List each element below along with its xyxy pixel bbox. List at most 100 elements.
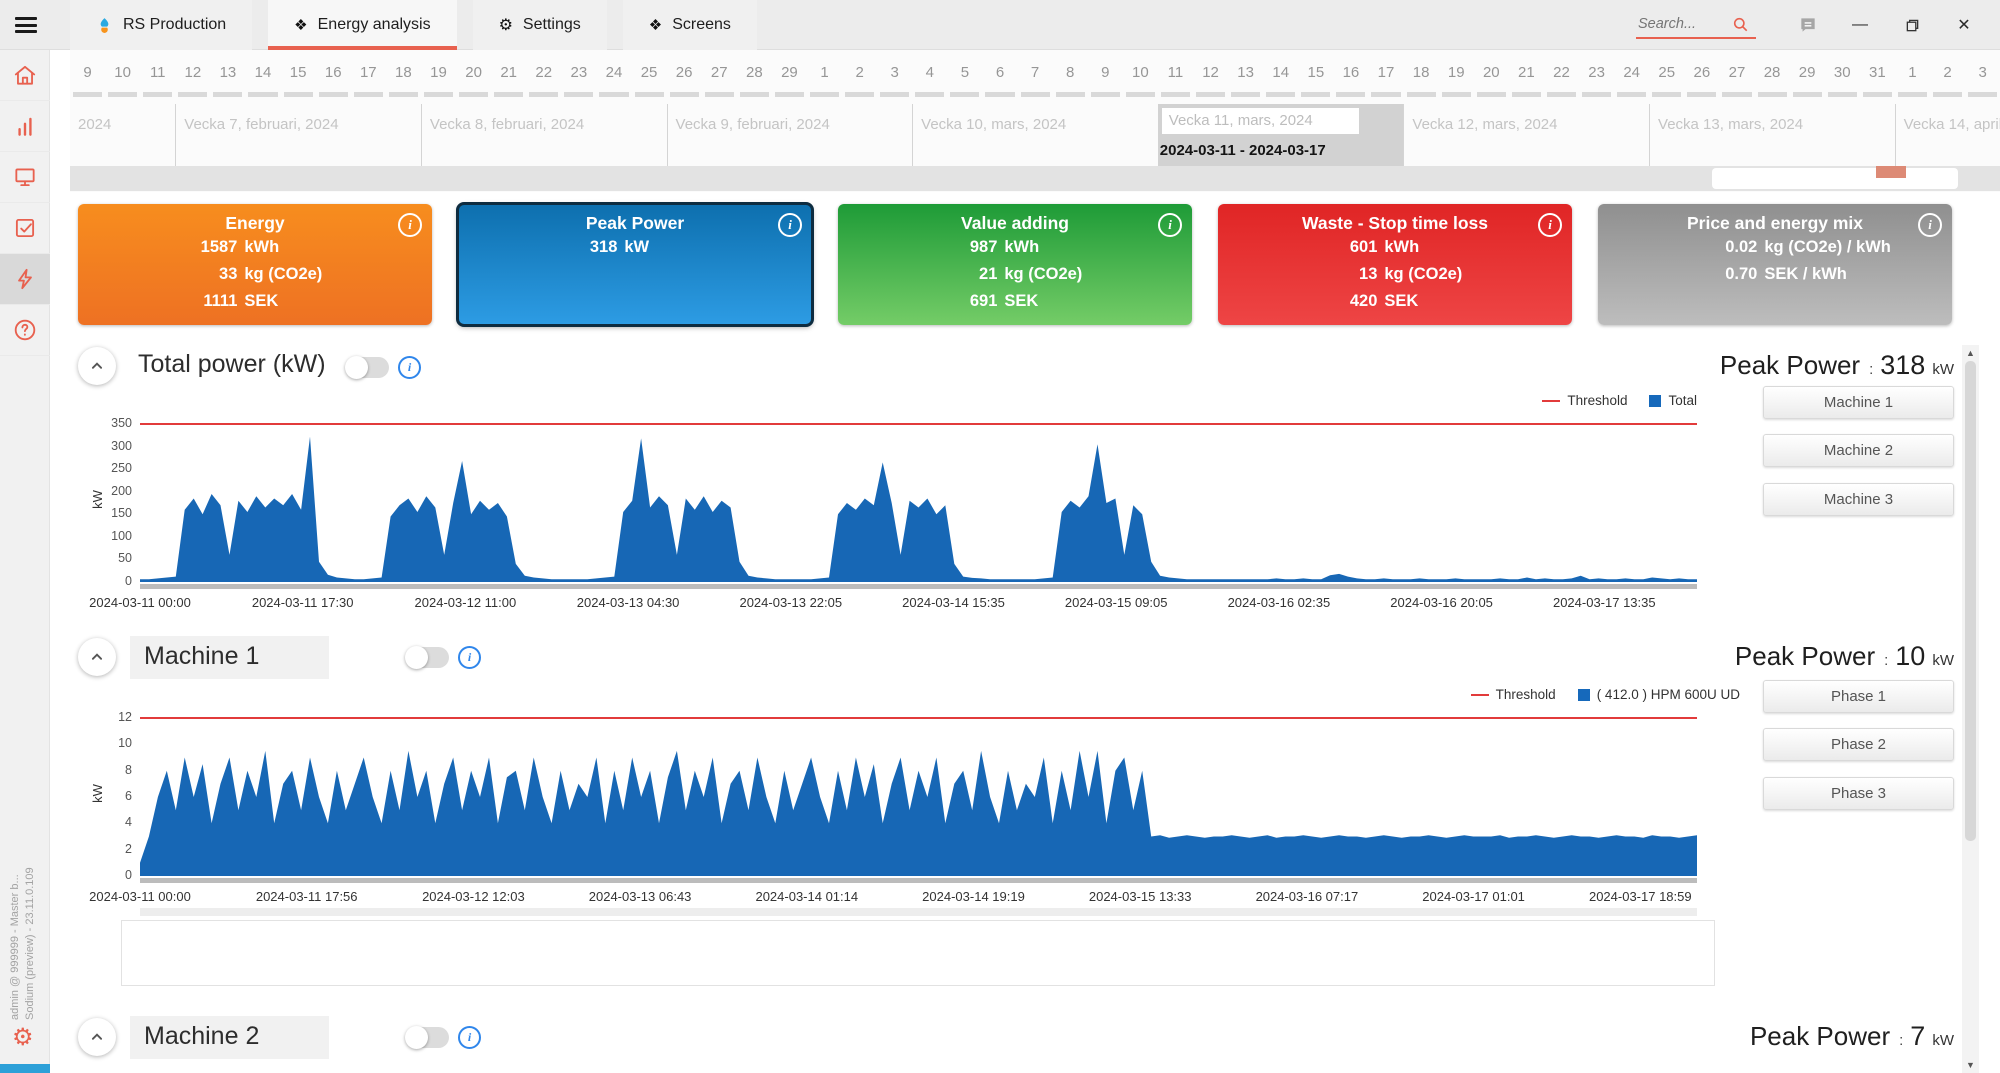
- timeline-day[interactable]: 8: [1053, 58, 1088, 88]
- select-button-phase-1[interactable]: Phase 1: [1763, 680, 1954, 713]
- info-icon[interactable]: i: [1538, 213, 1562, 237]
- timeline-day[interactable]: 3: [877, 58, 912, 88]
- machine1-info-icon[interactable]: i: [458, 646, 481, 669]
- scroll-down-arrow[interactable]: ▼: [1962, 1060, 1979, 1070]
- timeline-day[interactable]: 23: [561, 58, 596, 88]
- timeline-week-vecka-7-februari-2024[interactable]: Vecka 7, februari, 2024: [175, 104, 421, 166]
- scroll-thumb[interactable]: [1965, 361, 1976, 841]
- timeline-day[interactable]: 9: [1088, 58, 1123, 88]
- machine2-info-icon[interactable]: i: [458, 1026, 481, 1049]
- timeline-day[interactable]: 12: [175, 58, 210, 88]
- timeline-day[interactable]: 26: [667, 58, 702, 88]
- timeline-day[interactable]: 14: [1263, 58, 1298, 88]
- legend-item-threshold[interactable]: Threshold: [1471, 687, 1556, 702]
- total-power-toggle[interactable]: [346, 357, 389, 378]
- timeline-day[interactable]: 10: [1123, 58, 1158, 88]
- scroll-up-arrow[interactable]: ▲: [1962, 348, 1979, 358]
- timeline-day[interactable]: 17: [351, 58, 386, 88]
- select-button-machine-1[interactable]: Machine 1: [1763, 386, 1954, 419]
- timeline-day[interactable]: 7: [1018, 58, 1053, 88]
- machine1-toggle[interactable]: [406, 647, 449, 668]
- timeline-day[interactable]: 11: [140, 58, 175, 88]
- feedback-icon[interactable]: [1782, 0, 1834, 50]
- settings-gear-icon[interactable]: ⚙: [12, 1026, 34, 1050]
- machine1-chart[interactable]: [140, 706, 1697, 878]
- kpi-card-peak-power[interactable]: Peak Poweri318kW: [458, 204, 812, 325]
- timeline-day[interactable]: 9: [70, 58, 105, 88]
- timeline-day[interactable]: 13: [1228, 58, 1263, 88]
- tab-settings[interactable]: ⚙Settings: [473, 0, 607, 50]
- timeline-day[interactable]: 28: [737, 58, 772, 88]
- sidebar-item-energy[interactable]: [0, 254, 50, 305]
- timeline-day[interactable]: 15: [281, 58, 316, 88]
- timeline-day[interactable]: 19: [1439, 58, 1474, 88]
- timeline-day[interactable]: 13: [210, 58, 245, 88]
- timeline-day[interactable]: 5: [947, 58, 982, 88]
- minimize-button[interactable]: —: [1834, 0, 1886, 50]
- legend-item-threshold[interactable]: Threshold: [1542, 393, 1627, 408]
- timeline-scroll-handle[interactable]: [1712, 168, 1958, 189]
- timeline-day[interactable]: 23: [1579, 58, 1614, 88]
- info-icon[interactable]: i: [398, 213, 422, 237]
- timeline-day[interactable]: 31: [1860, 58, 1895, 88]
- tab-energy-analysis[interactable]: ❖Energy analysis: [268, 0, 456, 50]
- timeline-day[interactable]: 10: [105, 58, 140, 88]
- timeline-day[interactable]: 22: [1544, 58, 1579, 88]
- timeline-day[interactable]: 26: [1684, 58, 1719, 88]
- select-button-phase-2[interactable]: Phase 2: [1763, 728, 1954, 761]
- timeline-day[interactable]: 24: [1614, 58, 1649, 88]
- sidebar-item-screens[interactable]: [0, 152, 50, 203]
- timeline-day[interactable]: 1: [1895, 58, 1930, 88]
- menu-icon[interactable]: [15, 17, 37, 33]
- timeline-day[interactable]: 21: [1509, 58, 1544, 88]
- timeline-scrollbar[interactable]: [70, 166, 2000, 191]
- collapse-machine2-button[interactable]: [78, 1018, 116, 1056]
- chart-hscroll-track[interactable]: [140, 908, 1697, 916]
- timeline-day[interactable]: 19: [421, 58, 456, 88]
- timeline-day[interactable]: 20: [456, 58, 491, 88]
- timeline-day[interactable]: 27: [702, 58, 737, 88]
- machine2-toggle[interactable]: [406, 1027, 449, 1048]
- timeline-day[interactable]: 14: [245, 58, 280, 88]
- timeline-day[interactable]: 29: [772, 58, 807, 88]
- timeline-day[interactable]: 6: [982, 58, 1017, 88]
- search-input[interactable]: [1636, 15, 1732, 33]
- kpi-card-energy[interactable]: Energyi1587kWh33kg (CO2e)1111SEK: [78, 204, 432, 325]
- info-icon[interactable]: i: [778, 213, 802, 237]
- sidebar-item-help[interactable]: [0, 305, 50, 356]
- tab-screens[interactable]: ❖Screens: [623, 0, 757, 50]
- collapse-total-power-button[interactable]: [78, 347, 116, 385]
- timeline-day[interactable]: 29: [1790, 58, 1825, 88]
- kpi-card-value-adding[interactable]: Value addingi987kWh21kg (CO2e)691SEK: [838, 204, 1192, 325]
- restore-button[interactable]: [1886, 0, 1938, 50]
- timeline-day[interactable]: 2: [1930, 58, 1965, 88]
- timeline-day[interactable]: 18: [386, 58, 421, 88]
- kpi-card-waste-stop-time-loss[interactable]: Waste - Stop time lossi601kWh13kg (CO2e)…: [1218, 204, 1572, 325]
- legend-item-412-0-hpm-600u-ud[interactable]: ( 412.0 ) HPM 600U UD: [1578, 687, 1740, 702]
- timeline-day[interactable]: 16: [1333, 58, 1368, 88]
- sidebar-item-home[interactable]: [0, 50, 50, 101]
- select-button-phase-3[interactable]: Phase 3: [1763, 777, 1954, 810]
- info-icon[interactable]: i: [1918, 213, 1942, 237]
- timeline-day[interactable]: 22: [526, 58, 561, 88]
- timeline-day[interactable]: 25: [1649, 58, 1684, 88]
- sidebar-item-analytics[interactable]: [0, 101, 50, 152]
- timeline-day[interactable]: 16: [316, 58, 351, 88]
- timeline-day[interactable]: 24: [596, 58, 631, 88]
- sidebar-item-tasks[interactable]: [0, 203, 50, 254]
- timeline-day[interactable]: 1: [807, 58, 842, 88]
- legend-item-total[interactable]: Total: [1649, 393, 1697, 408]
- timeline-week-2024[interactable]: 2024: [70, 104, 175, 166]
- timeline-day[interactable]: 18: [1404, 58, 1439, 88]
- content-scrollbar[interactable]: ▲ ▼: [1962, 345, 1979, 1073]
- timeline-day[interactable]: 2: [842, 58, 877, 88]
- info-icon[interactable]: i: [1158, 213, 1182, 237]
- close-button[interactable]: ✕: [1938, 0, 1990, 50]
- select-button-machine-3[interactable]: Machine 3: [1763, 483, 1954, 516]
- timeline-day[interactable]: 12: [1193, 58, 1228, 88]
- timeline-week-vecka-8-februari-2024[interactable]: Vecka 8, februari, 2024: [421, 104, 667, 166]
- timeline-day[interactable]: 21: [491, 58, 526, 88]
- select-button-machine-2[interactable]: Machine 2: [1763, 434, 1954, 467]
- total-power-info-icon[interactable]: i: [398, 356, 421, 379]
- timeline-day[interactable]: 20: [1474, 58, 1509, 88]
